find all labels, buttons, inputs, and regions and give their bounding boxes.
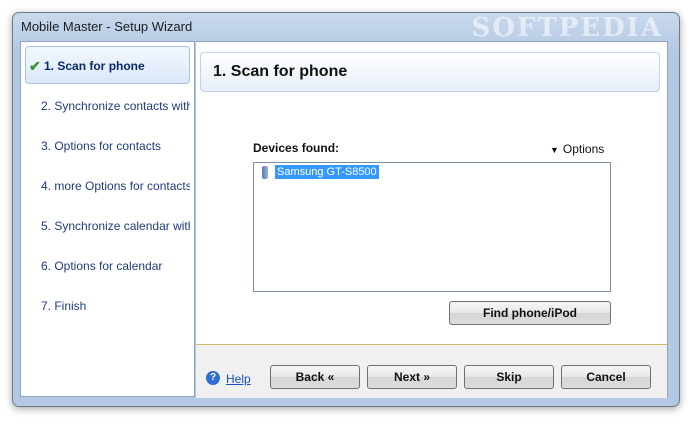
step-label: 5. Synchronize calendar with — [41, 219, 190, 233]
phone-icon — [262, 166, 268, 179]
devices-found-label: Devices found: — [253, 141, 340, 155]
step-more-options-contacts[interactable]: 4. more Options for contacts — [25, 167, 190, 205]
step-options-for-calendar[interactable]: 6. Options for calendar — [25, 247, 190, 285]
back-button[interactable]: Back « — [270, 365, 360, 389]
step-label: 2. Synchronize contacts with — [41, 99, 190, 113]
step-label: 7. Finish — [41, 299, 87, 313]
step-synchronize-calendar[interactable]: 5. Synchronize calendar with — [25, 207, 190, 245]
help-icon[interactable]: ? — [206, 371, 220, 385]
cancel-button[interactable]: Cancel — [561, 365, 651, 389]
step-finish[interactable]: 7. Finish — [25, 287, 190, 325]
step-synchronize-contacts[interactable]: 2. Synchronize contacts with — [25, 87, 190, 125]
window-title: Mobile Master - Setup Wizard — [21, 19, 193, 34]
wizard-steps-sidebar: ✔ 1. Scan for phone 2. Synchronize conta… — [20, 41, 195, 397]
devices-list[interactable]: Samsung GT-S8500 — [253, 162, 611, 292]
step-scan-for-phone[interactable]: ✔ 1. Scan for phone — [25, 46, 190, 84]
wizard-footer: ? Help Back « Next » Skip Cancel — [196, 344, 667, 398]
find-phone-button[interactable]: Find phone/iPod — [449, 301, 611, 325]
step-options-for-contacts[interactable]: 3. Options for contacts — [25, 127, 190, 165]
step-label: 3. Options for contacts — [41, 139, 162, 153]
page-header: 1. Scan for phone — [200, 52, 660, 92]
device-name: Samsung GT-S8500 — [275, 165, 379, 179]
options-dropdown[interactable]: ▼ Options — [550, 142, 604, 156]
help-link[interactable]: Help — [226, 372, 251, 386]
checkmark-icon: ✔ — [29, 58, 41, 74]
triangle-down-icon: ▼ — [550, 145, 559, 155]
next-button[interactable]: Next » — [367, 365, 457, 389]
step-label: 6. Options for calendar — [41, 259, 163, 273]
softpedia-watermark: SOFTPEDIA — [471, 13, 663, 43]
skip-button[interactable]: Skip — [464, 365, 554, 389]
step-label: 4. more Options for contacts — [41, 179, 190, 193]
page-title: 1. Scan for phone — [213, 63, 348, 80]
title-bar[interactable]: Mobile Master - Setup Wizard SOFTPEDIA — [13, 13, 679, 43]
setup-wizard-window: Mobile Master - Setup Wizard SOFTPEDIA ✔… — [12, 12, 680, 407]
wizard-content: 1. Scan for phone Devices found: ▼ Option… — [196, 41, 668, 398]
step-label: 1. Scan for phone — [44, 59, 145, 73]
options-label: Options — [562, 142, 605, 156]
